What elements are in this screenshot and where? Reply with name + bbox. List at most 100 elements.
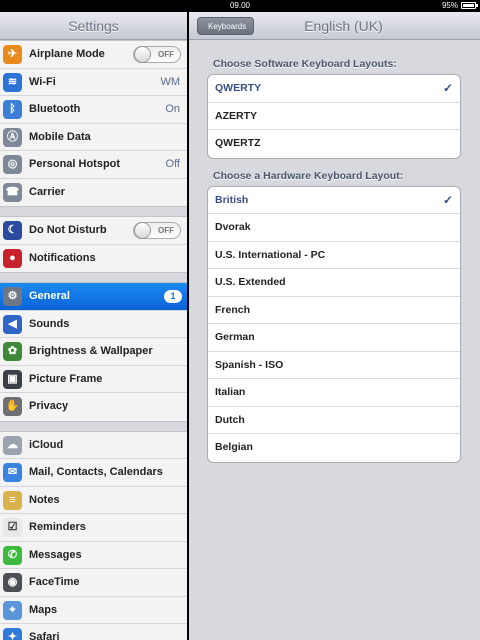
toggle-knob [134, 46, 151, 63]
notifications-icon: ● [3, 248, 22, 268]
hardware-layout-option-belgian[interactable]: Belgian [208, 434, 460, 462]
option-label: U.S. International - PC [215, 248, 326, 261]
sidebar-group: ✈ Airplane Mode OFF ≋ Wi-Fi WM ᛒ Bluetooth On Ⓐ Mo… [0, 40, 187, 207]
sidebar-item-mobile-data[interactable]: Ⓐ Mobile Data [0, 124, 187, 151]
sidebar-item-value: WM [160, 75, 180, 88]
hardware-layout-option-dvorak[interactable]: Dvorak [208, 214, 460, 242]
sidebar-item-value: On [165, 103, 180, 115]
sidebar-group: ☁ iCloud ✉ Mail, Contacts, Calendars ≡ Notes ☑… [0, 430, 187, 640]
checkmark-icon: ✓ [442, 81, 453, 95]
sidebar-item-personal-hotspot[interactable]: ◎ Personal Hotspot Off [0, 151, 187, 179]
reminders-icon: ☑ [3, 518, 22, 537]
sidebar-item-value: Off [165, 158, 180, 170]
sidebar-item-label: Mobile Data [29, 130, 91, 143]
sidebar-item-bluetooth[interactable]: ᛒ Bluetooth On [0, 96, 187, 124]
option-label: AZERTY [215, 109, 257, 122]
sidebar-item-mail-contacts-calendars[interactable]: ✉ Mail, Contacts, Calendars [0, 459, 187, 487]
hardware-layout-option-dutch[interactable]: Dutch [208, 407, 460, 434]
option-label: Spanish - ISO [215, 358, 284, 371]
sidebar-item-reminders[interactable]: ☑ Reminders [0, 514, 187, 542]
sidebar-item-notifications[interactable]: ● Notifications [0, 245, 187, 273]
checkmark-icon: ✓ [442, 192, 453, 207]
software-layout-option-azerty[interactable]: AZERTY [208, 103, 460, 130]
sidebar-item-label: Privacy [29, 400, 69, 412]
status-time: 09.00 [229, 1, 251, 10]
sidebar-item-label: iCloud [29, 438, 64, 451]
sidebar-group: ⚙ General 1 ◀ Sounds ✿ Brightness & Wallpaper ▣… [0, 282, 187, 422]
sidebar-item-label: Notifications [29, 251, 96, 264]
battery-percent: 95% [441, 1, 458, 10]
option-label: QWERTY [215, 82, 262, 94]
settings-sidebar: Settings ✈ Airplane Mode OFF ≋ Wi-Fi WM ᛒ Bluet… [0, 12, 187, 640]
option-label: British [215, 193, 249, 206]
page-title: English (UK) [304, 18, 383, 34]
wifi-icon: ≋ [3, 72, 22, 92]
sidebar-item-carrier[interactable]: ☎ Carrier [0, 179, 187, 207]
battery-icon [461, 2, 478, 9]
airplane-mode-toggle[interactable]: OFF [133, 46, 181, 63]
sidebar-item-label: Reminders [29, 521, 86, 533]
hardware-layout-option-french[interactable]: French [208, 297, 460, 324]
hardware-layout-option-spanish-iso[interactable]: Spanish - ISO [208, 352, 460, 379]
facetime-icon: ◉ [3, 573, 22, 592]
sidebar-item-privacy[interactable]: ✋ Privacy [0, 393, 187, 421]
hardware-layout-option-italian[interactable]: Italian [208, 379, 460, 407]
sidebar-title: Settings [0, 12, 187, 40]
detail-navbar: Keyboards English (UK) [189, 12, 480, 40]
sidebar-item-label: Messages [29, 548, 82, 561]
sidebar-item-label: FaceTime [29, 576, 80, 588]
picture-frame-icon: ▣ [3, 369, 22, 389]
sidebar-item-label: Maps [29, 603, 58, 616]
sidebar-item-airplane-mode[interactable]: ✈ Airplane Mode OFF [0, 41, 187, 69]
sidebar-item-maps[interactable]: ⌖ Maps [0, 597, 187, 624]
sidebar-item-label: Carrier [29, 185, 66, 198]
sidebar-item-label: Do Not Disturb [29, 224, 107, 236]
toggle-state-label: OFF [158, 50, 174, 59]
sidebar-item-general[interactable]: ⚙ General 1 [0, 283, 187, 311]
sidebar-item-do-not-disturb[interactable]: ☾ Do Not Disturb OFF [0, 217, 187, 245]
hardware-layout-option-british[interactable]: British ✓ [208, 187, 460, 214]
toggle-knob [134, 222, 151, 239]
maps-icon: ⌖ [3, 600, 22, 620]
sidebar-item-wi-fi[interactable]: ≋ Wi-Fi WM [0, 69, 187, 96]
flower-icon: ✿ [3, 342, 22, 361]
sidebar-item-picture-frame[interactable]: ▣ Picture Frame [0, 366, 187, 393]
hardware-layout-option-german[interactable]: German [208, 324, 460, 352]
cloud-icon: ☁ [3, 435, 22, 455]
option-label: Dvorak [215, 221, 251, 233]
detail-pane: Keyboards English (UK) Choose Software K… [189, 12, 480, 640]
sidebar-item-label: Wi-Fi [29, 75, 56, 88]
hardware-layout-option-u-s-extended[interactable]: U.S. Extended [208, 269, 460, 297]
gear-icon: ⚙ [3, 287, 22, 306]
hand-icon: ✋ [3, 397, 22, 416]
sidebar-item-safari[interactable]: ✦ Safari [0, 624, 187, 640]
sidebar-item-label: Brightness & Wallpaper [29, 345, 153, 357]
software-layout-option-qwertz[interactable]: QWERTZ [208, 130, 460, 158]
sidebar-item-label: Sounds [29, 317, 70, 330]
bluetooth-icon: ᛒ [3, 100, 22, 119]
hotspot-icon: ◎ [3, 155, 22, 174]
hardware-layouts-list: British ✓ Dvorak U.S. International - PC U.S… [207, 185, 461, 463]
software-layouts-list: QWERTY ✓ AZERTY QWERTZ [207, 74, 461, 159]
sidebar-item-notes[interactable]: ≡ Notes [0, 487, 187, 514]
sidebar-item-brightness-wallpaper[interactable]: ✿ Brightness & Wallpaper [0, 338, 187, 366]
sidebar-item-facetime[interactable]: ◉ FaceTime [0, 569, 187, 597]
software-layouts-header: Choose Software Keyboard Layouts: [213, 58, 397, 70]
sidebar-item-messages[interactable]: ✆ Messages [0, 542, 187, 569]
hardware-layouts-header: Choose a Hardware Keyboard Layout: [213, 169, 404, 182]
software-layout-option-qwerty[interactable]: QWERTY ✓ [208, 75, 460, 103]
sidebar-item-label: General [29, 290, 70, 302]
sidebar-item-label: Picture Frame [29, 372, 103, 385]
option-label: Italian [215, 386, 246, 398]
mail-icon: ✉ [3, 463, 22, 482]
notes-icon: ≡ [3, 490, 22, 510]
sidebar-item-label: Mail, Contacts, Calendars [29, 466, 163, 478]
sidebar-item-sounds[interactable]: ◀ Sounds [0, 311, 187, 338]
sidebar-item-icloud[interactable]: ☁ iCloud [0, 432, 187, 459]
hardware-layout-option-u-s-international-pc[interactable]: U.S. International - PC [208, 242, 460, 269]
sidebar-item-label: Airplane Mode [29, 48, 105, 60]
option-label: Dutch [215, 413, 245, 426]
update-badge: 1 [164, 290, 182, 303]
sidebar-group: ☾ Do Not Disturb OFF ● Notifications [0, 216, 187, 273]
do-not-disturb-toggle[interactable]: OFF [133, 222, 181, 239]
